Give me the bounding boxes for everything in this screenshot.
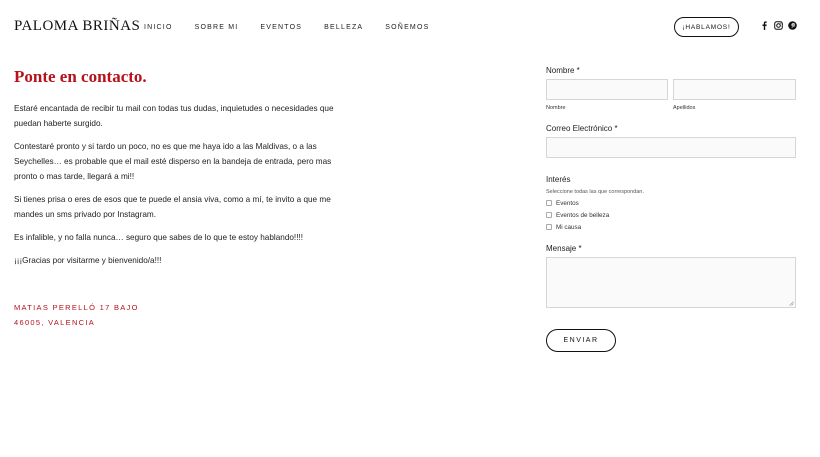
address: MATIAS PERELLÓ 17 BAJO 46005, VALENCIA — [14, 300, 139, 330]
contact-copy: Estaré encantada de recibir tu mail con … — [14, 101, 334, 276]
paragraph: Contestaré pronto y si tardo un poco, no… — [14, 142, 332, 181]
nav-sobre-mi[interactable]: SOBRE MI — [195, 24, 239, 31]
paragraph: Es infalible, y no falla nunca… seguro q… — [14, 233, 304, 242]
instagram-icon[interactable] — [774, 21, 783, 30]
submit-button[interactable]: ENVIAR — [546, 329, 616, 352]
main-nav: INICIO SOBRE MI EVENTOS Belleza SOÑEMOS — [144, 24, 451, 31]
checkbox[interactable] — [546, 224, 552, 230]
option-label: Eventos — [556, 199, 579, 207]
message-textarea[interactable] — [546, 257, 796, 308]
last-name-sublabel: Apellidos — [673, 105, 696, 111]
checkbox[interactable] — [546, 200, 552, 206]
paragraph: ¡¡¡Gracias por visitarme y bienvenido/a!… — [14, 256, 162, 265]
brand-logo[interactable]: PALOMA BRIÑAS — [14, 18, 140, 35]
nav-sonemos[interactable]: SOÑEMOS — [385, 24, 429, 31]
resize-handle-icon[interactable] — [789, 301, 794, 306]
nav-eventos[interactable]: EVENTOS — [260, 24, 302, 31]
nav-inicio[interactable]: INICIO — [144, 24, 173, 31]
first-name-input[interactable] — [546, 79, 668, 100]
nav-belleza[interactable]: Belleza — [324, 24, 363, 31]
interest-option-mi-causa[interactable]: Mi causa — [546, 223, 796, 231]
address-street: MATIAS PERELLÓ 17 BAJO — [14, 303, 139, 312]
social-links — [760, 21, 797, 30]
option-label: Eventos de belleza — [556, 211, 610, 219]
email-label: Correo Electrónico * — [546, 124, 618, 133]
interest-helper: Seleccione todas las que correspondan. — [546, 189, 644, 195]
page-title: Ponte en contacto. — [14, 67, 147, 86]
pinterest-icon[interactable] — [788, 21, 797, 30]
name-label: Nombre * — [546, 66, 580, 75]
checkbox[interactable] — [546, 212, 552, 218]
message-label: Mensaje * — [546, 244, 582, 253]
paragraph: Estaré encantada de recibir tu mail con … — [14, 104, 334, 128]
email-input[interactable] — [546, 137, 796, 158]
facebook-icon[interactable] — [760, 21, 769, 30]
first-name-sublabel: Nombre — [546, 105, 566, 111]
paragraph: Si tienes prisa o eres de esos que te pu… — [14, 195, 331, 219]
hablamos-button[interactable]: ¡HABLAMOS! — [674, 17, 739, 37]
last-name-input[interactable] — [673, 79, 796, 100]
interest-option-eventos-belleza[interactable]: Eventos de belleza — [546, 211, 796, 219]
interest-option-eventos[interactable]: Eventos — [546, 199, 796, 207]
option-label: Mi causa — [556, 223, 582, 231]
contact-form: Nombre * Nombre Apellidos Correo Electró… — [546, 66, 796, 308]
address-city: 46005, VALENCIA — [14, 318, 96, 327]
interest-label: Interés — [546, 175, 571, 184]
